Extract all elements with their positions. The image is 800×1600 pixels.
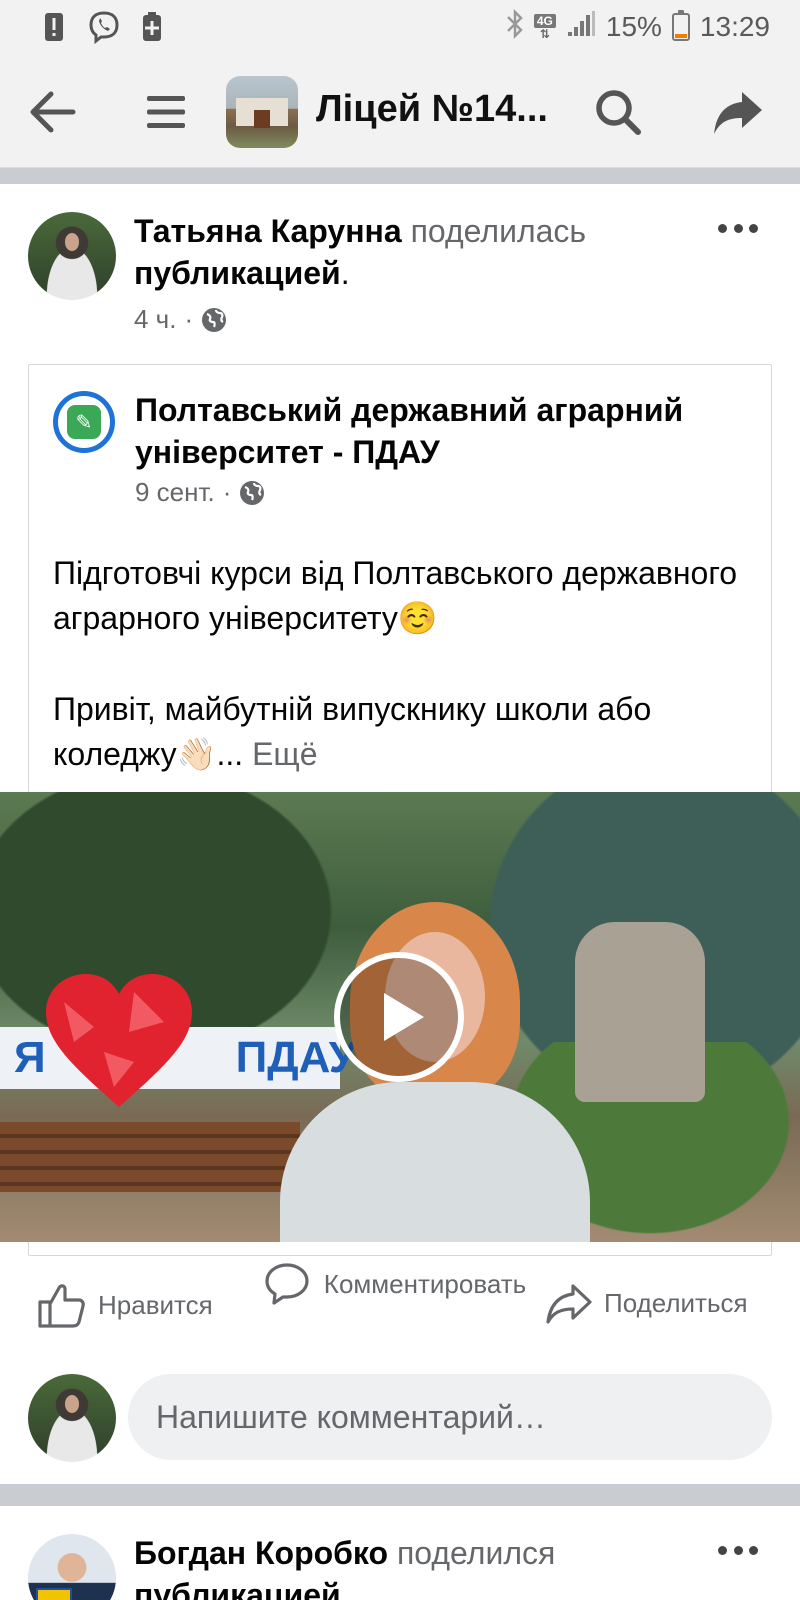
viber-icon (84, 10, 124, 44)
share-arrow-icon (546, 1284, 592, 1324)
battery-icon (671, 10, 690, 41)
share-action-text: поделилась (410, 213, 587, 249)
author-avatar[interactable] (28, 212, 116, 300)
app-bar: Ліцей №14... (0, 54, 800, 168)
clock: 13:29 (699, 11, 770, 42)
share-action-text-2: поделился (396, 1535, 556, 1571)
post-actions: Нравится Комментировать Поделиться (0, 1262, 800, 1352)
back-button[interactable] (22, 82, 82, 142)
share-page-button[interactable] (708, 82, 768, 142)
thumbs-up-icon (38, 1284, 85, 1328)
pdau-logo[interactable]: ✎ (53, 391, 115, 453)
feed-divider-2 (0, 1484, 800, 1506)
shared-page-name[interactable]: Полтавський державний аграрний університ… (135, 389, 755, 473)
comment-button[interactable]: Комментировать (264, 1262, 528, 1306)
page-title[interactable]: Ліцей №14... (316, 88, 548, 131)
globe-icon (202, 307, 227, 332)
like-button[interactable]: Нравится (38, 1282, 213, 1328)
see-more-link[interactable]: Ещё (252, 736, 317, 772)
video-person (280, 902, 590, 1242)
video-thumbnail[interactable]: Я ПДАУ (0, 792, 800, 1242)
back-arrow-icon (30, 91, 76, 133)
page-avatar[interactable] (226, 76, 298, 148)
shared-post-meta: 9 сент. · (135, 477, 265, 508)
post-header: Татьяна Карунна поделилась публикацией. (134, 213, 587, 291)
menu-button[interactable] (136, 82, 196, 142)
play-icon (384, 993, 424, 1041)
battery-percent: 15% (605, 11, 662, 42)
globe-icon (240, 480, 265, 505)
author-avatar-2[interactable] (28, 1534, 116, 1600)
post-header-2: Богдан Коробко поделился публикацией (134, 1532, 694, 1600)
menu-icon (147, 96, 185, 128)
shared-object-link-2[interactable]: публикацией (134, 1577, 341, 1600)
statue (575, 922, 705, 1102)
more-dots-icon (718, 223, 727, 233)
post-more-button-2[interactable] (718, 1540, 758, 1560)
network-4g-icon: 4G ⇅ (533, 14, 556, 40)
shared-post-date[interactable]: 9 сент. (135, 477, 215, 508)
comment-placeholder: Напишите комментарий… (156, 1398, 546, 1435)
heart-icon (46, 974, 192, 1107)
battery-saver-icon (140, 10, 164, 44)
bluetooth-icon (506, 8, 524, 46)
search-icon (596, 90, 641, 135)
alert-icon (42, 10, 66, 44)
share-button[interactable]: Поделиться (546, 1282, 748, 1324)
search-button[interactable] (588, 82, 648, 142)
status-bar: 4G ⇅ 15% 13:29 (0, 0, 800, 54)
post-time[interactable]: 4 ч. (134, 304, 176, 335)
share-icon (714, 92, 762, 134)
signal-icon (566, 10, 596, 45)
post-text-line2: Привіт, майбутній випускнику школи або к… (53, 691, 652, 772)
comment-input[interactable]: Напишите комментарий… (128, 1374, 772, 1460)
shared-object-link[interactable]: публикацией (134, 255, 341, 291)
feed-divider (0, 168, 800, 184)
comment-icon (265, 1263, 309, 1305)
more-dots-icon (718, 1545, 727, 1555)
author-name-2[interactable]: Богдан Коробко (134, 1535, 388, 1571)
post-more-button[interactable] (718, 218, 758, 238)
play-button[interactable] (334, 952, 464, 1082)
post-text-line1: Підготовчі курси від Полтавського держав… (53, 555, 738, 636)
post-meta: 4 ч. · (134, 304, 227, 335)
current-user-avatar[interactable] (28, 1374, 116, 1462)
author-name[interactable]: Татьяна Карунна (134, 213, 402, 249)
